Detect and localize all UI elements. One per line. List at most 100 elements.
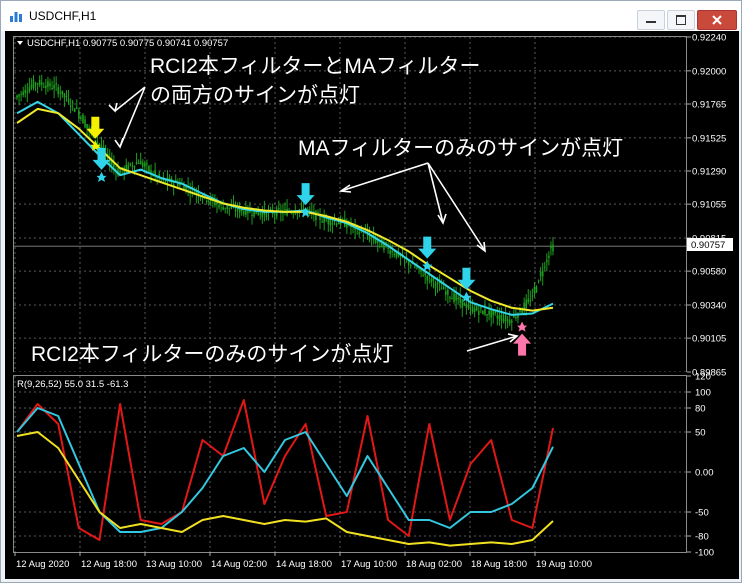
candle-body [38, 80, 41, 85]
candle-body [18, 94, 20, 97]
close-button[interactable] [697, 10, 737, 30]
candle-body [59, 92, 62, 94]
y-tick-label: -80 [695, 532, 709, 543]
chart-window: USDCHF,H1 USDCHF,H1 0.90775 0.90775 0.90… [0, 0, 742, 583]
candle-body [521, 310, 523, 314]
chart-area[interactable]: USDCHF,H1 0.90775 0.90775 0.90741 0.9075… [5, 31, 739, 579]
candle-body [329, 219, 332, 226]
candle-body [436, 282, 439, 284]
candle-body [467, 304, 470, 308]
candle-body [442, 286, 445, 289]
annotation-rci-only: RCI2本フィルターのみのサインが点灯 [31, 333, 519, 366]
x-tick-label: 12 Aug 18:00 [81, 559, 137, 570]
maximize-button[interactable] [667, 10, 695, 30]
sell-signal-arrow-icon [418, 236, 437, 271]
y-tick-label: -50 [695, 508, 709, 519]
candle-body [455, 293, 457, 301]
dropdown-triangle-icon[interactable] [17, 41, 23, 45]
candle-body [323, 217, 325, 223]
rci-short-line [16, 399, 554, 541]
candle-body [543, 266, 546, 268]
candle-body [473, 308, 476, 312]
candle-body [463, 302, 466, 306]
candle-body [65, 95, 68, 98]
x-tick-label: 18 Aug 18:00 [471, 559, 527, 570]
candle-body [71, 102, 74, 104]
candle-body [82, 114, 84, 124]
title-bar[interactable]: USDCHF,H1 [1, 1, 741, 31]
candle-body [67, 98, 70, 103]
y-tick-label: 0.92240 [692, 33, 726, 44]
candle-body [333, 221, 336, 223]
candle-body [113, 163, 115, 168]
candle-body [139, 161, 142, 165]
candle-body [546, 260, 548, 263]
rci-long-line [16, 431, 554, 547]
candle-body [504, 314, 507, 322]
candle-body [488, 310, 490, 315]
candle-body [465, 304, 468, 308]
candle-body [47, 81, 49, 88]
candle-body [36, 83, 39, 85]
candle-body [24, 89, 27, 93]
candle-body [469, 305, 472, 307]
x-tick-label: 14 Aug 02:00 [211, 559, 267, 570]
candle-body [510, 320, 513, 323]
candle-body [86, 124, 88, 128]
candle-body [69, 105, 72, 107]
candle-body [45, 85, 47, 89]
minimize-button[interactable] [637, 10, 665, 30]
annotation-both-filters: RCI2本フィルターとMAフィルター の両方のサインが点灯 [108, 55, 481, 149]
candle-body [131, 165, 134, 167]
candle-body [230, 206, 233, 209]
candle-body [445, 291, 447, 295]
candle-body [490, 309, 492, 318]
candle-body [278, 208, 280, 210]
candle-body [498, 315, 501, 320]
maximize-icon [676, 15, 686, 25]
close-icon [712, 15, 722, 25]
candle-body [78, 110, 80, 118]
candle-body [387, 247, 389, 249]
y-tick-label: 80 [695, 404, 706, 415]
candle-body [480, 307, 482, 309]
y-tick-label: 0.91290 [692, 167, 726, 178]
candle-body [362, 235, 365, 237]
y-tick-label: 0.90105 [692, 334, 726, 345]
candle-body [539, 271, 542, 277]
x-tick-label: 13 Aug 10:00 [146, 559, 202, 570]
candle-body [127, 165, 130, 170]
candle-body [461, 299, 464, 308]
chart-icon [10, 12, 22, 22]
candle-body [531, 295, 534, 297]
candle-body [482, 310, 484, 315]
candle-body [53, 84, 55, 89]
candle-body [51, 88, 53, 90]
candle-body [327, 218, 330, 224]
candle-body [146, 163, 148, 165]
candle-body [529, 300, 532, 302]
y-tick-label: 50 [695, 428, 706, 439]
candle-body [183, 186, 185, 190]
indicator-header: R(9,26,52) 55.0 31.5 -61.3 [17, 379, 128, 390]
candle-body [251, 214, 253, 217]
annotation-rci-text: RCI2本フィルターのみのサインが点灯 [31, 343, 393, 366]
minimize-icon [646, 21, 656, 23]
candle-body [502, 319, 505, 321]
candle-body [88, 127, 90, 129]
candle-body [486, 314, 488, 316]
candle-body [325, 220, 328, 222]
candle-body [317, 211, 319, 213]
y-tick-label: 0.91765 [692, 100, 726, 111]
candle-body [358, 232, 361, 234]
candle-body [199, 197, 202, 199]
candle-body [20, 93, 22, 95]
candle-body [63, 93, 66, 98]
y-tick-label: 0.00 [695, 468, 714, 479]
price-chart-svg[interactable]: USDCHF,H1 0.90775 0.90775 0.90741 0.9075… [5, 31, 739, 579]
candle-body [407, 261, 410, 266]
candle-body [453, 293, 455, 302]
candle-body [214, 202, 216, 205]
candle-body [129, 163, 132, 166]
candle-body [496, 315, 499, 319]
